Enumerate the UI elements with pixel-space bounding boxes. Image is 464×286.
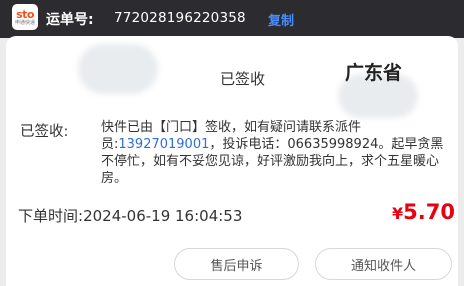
destination-province: 广东省 — [345, 62, 403, 84]
notify-recipient-button[interactable]: 通知收件人 — [315, 248, 452, 280]
sign-detail: 快件已由【门口】签收，如有疑问请联系派件员:13927019001，投诉电话：0… — [101, 119, 453, 187]
sign-label: 已签收: — [20, 124, 69, 140]
price-currency: ¥ — [392, 204, 404, 223]
after-sales-complaint-button[interactable]: 售后申诉 — [174, 248, 299, 280]
waybill-number: 772028196220358 — [114, 10, 246, 26]
order-time-label: 下单时间: — [18, 207, 84, 225]
header-bar: sto 申通快递 运单号: 772028196220358 复制 — [0, 0, 464, 38]
order-time-value: 2024-06-19 16:04:53 — [83, 207, 243, 225]
order-price: ¥5.70 — [392, 200, 455, 224]
sto-logo: sto 申通快递 — [12, 4, 38, 30]
copy-button[interactable]: 复制 — [268, 10, 294, 29]
logo-text: sto — [16, 7, 34, 21]
courier-phone-link[interactable]: 13927019001 — [118, 137, 209, 152]
logo-subtext: 申通快递 — [14, 19, 35, 26]
price-amount: 5.70 — [403, 200, 455, 224]
waybill-label: 运单号: — [46, 12, 94, 28]
redacted-origin-blur — [78, 44, 158, 94]
delivery-status: 已签收 — [220, 70, 266, 88]
order-time: 下单时间:2024-06-19 16:04:53 — [18, 205, 242, 226]
